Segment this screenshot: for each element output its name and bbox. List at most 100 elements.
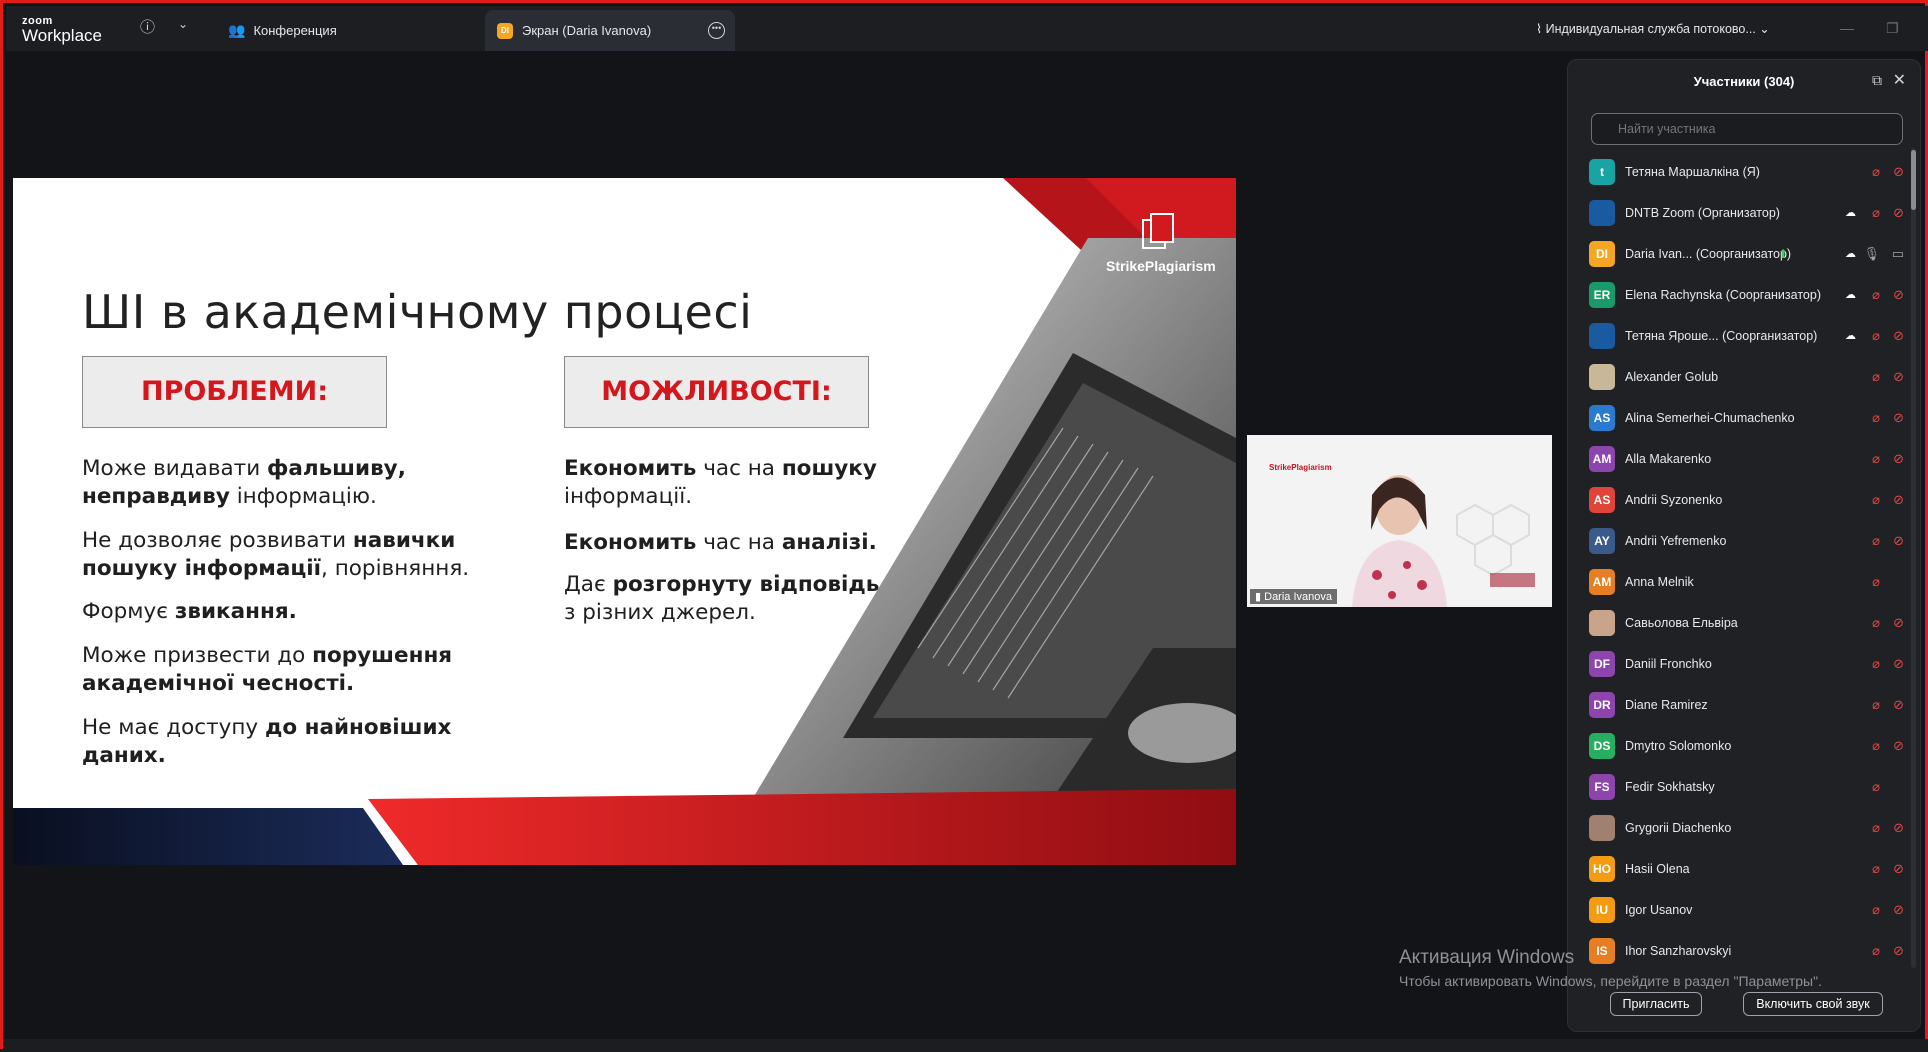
avatar: AM bbox=[1589, 568, 1615, 595]
scrollbar-track[interactable] bbox=[1911, 148, 1916, 968]
cloud-record-icon: ☁ bbox=[1845, 248, 1856, 260]
microphone-muted-icon[interactable]: ⌀ bbox=[1872, 369, 1880, 385]
camera-off-icon[interactable]: ⊘ bbox=[1893, 861, 1904, 877]
camera-off-icon[interactable]: ⊘ bbox=[1893, 820, 1904, 836]
problem-5: Не має доступу до найновіших даних. bbox=[82, 715, 452, 768]
microphone-muted-icon[interactable]: ⌀ bbox=[1872, 820, 1880, 836]
participant-row[interactable]: Тетяна Яроше... (Соорганизатор) ☁ ⌀ ⊘ bbox=[1568, 315, 1908, 356]
participant-row[interactable]: ER Elena Rachynska (Соорганизатор) ☁ ⌀ ⊘ bbox=[1568, 274, 1908, 315]
microphone-muted-icon[interactable]: ⌀ bbox=[1872, 287, 1880, 303]
participant-row[interactable]: AS Andrii Syzonenko ⌀ ⊘ bbox=[1568, 479, 1908, 520]
microphone-muted-icon[interactable]: ⌀ bbox=[1872, 779, 1880, 795]
camera-off-icon[interactable]: ⊘ bbox=[1893, 492, 1904, 508]
participant-row[interactable]: DF Daniil Fronchko ⌀ ⊘ bbox=[1568, 643, 1908, 684]
minimize-icon[interactable]: — bbox=[1840, 20, 1854, 36]
microphone-muted-icon[interactable]: ⌀ bbox=[1872, 861, 1880, 877]
camera-off-icon[interactable]: ⊘ bbox=[1893, 902, 1904, 918]
microphone-muted-icon[interactable]: ⌀ bbox=[1872, 574, 1880, 590]
avatar: DF bbox=[1589, 650, 1615, 677]
info-icon[interactable]: ⓘ bbox=[140, 16, 155, 37]
speaker-name: Daria Ivanova bbox=[1264, 591, 1332, 603]
participant-row[interactable]: DR Diane Ramirez ⌀ ⊘ bbox=[1568, 684, 1908, 725]
participant-name: Daniil Fronchko bbox=[1625, 656, 1712, 671]
camera-off-icon[interactable]: ⊘ bbox=[1893, 943, 1904, 959]
participant-row[interactable]: FS Fedir Sokhatsky ⌀ bbox=[1568, 766, 1908, 807]
avatar bbox=[1589, 814, 1615, 841]
camera-off-icon[interactable]: ⊘ bbox=[1893, 205, 1904, 221]
slide-title: ШІ в академічному процесі bbox=[82, 285, 753, 339]
participant-row[interactable]: DI Daria Ivan... (Соорганизатор) ⬆ ☁ 🎙 ▭ bbox=[1568, 233, 1908, 274]
microphone-muted-icon[interactable]: ⌀ bbox=[1872, 943, 1880, 959]
participant-row[interactable]: AS Alina Semerhei-Chumachenko ⌀ ⊘ bbox=[1568, 397, 1908, 438]
participant-search-input[interactable] bbox=[1591, 113, 1903, 145]
microphone-muted-icon[interactable]: ⌀ bbox=[1872, 615, 1880, 631]
participant-row[interactable]: HO Hasii Olena ⌀ ⊘ bbox=[1568, 848, 1908, 889]
microphone-muted-icon[interactable]: ⌀ bbox=[1872, 902, 1880, 918]
participant-name: Daria Ivan... (Соорганизатор) bbox=[1625, 246, 1792, 261]
microphone-muted-icon[interactable]: ⌀ bbox=[1872, 410, 1880, 426]
problem-2: Не дозволяє розвивати навички пошуку інф… bbox=[82, 528, 470, 581]
invite-button[interactable]: Пригласить bbox=[1610, 992, 1702, 1016]
navy-band bbox=[13, 808, 403, 865]
chevron-down-icon: ⌄ bbox=[1759, 22, 1770, 36]
camera-off-icon[interactable]: ⊘ bbox=[1893, 164, 1904, 180]
camera-off-icon[interactable]: ⊘ bbox=[1893, 533, 1904, 549]
microphone-muted-icon[interactable]: ⌀ bbox=[1872, 656, 1880, 672]
participant-row[interactable]: IU Igor Usanov ⌀ ⊘ bbox=[1568, 889, 1908, 930]
participant-row[interactable]: AM Anna Melnik ⌀ bbox=[1568, 561, 1908, 602]
participant-name: Andrii Yefremenko bbox=[1625, 533, 1727, 548]
avatar: t bbox=[1589, 158, 1615, 185]
screen-share-icon: ⬆ bbox=[1778, 246, 1789, 261]
avatar: DI bbox=[1589, 240, 1615, 267]
opportunity-3: Дає розгорнуту відповідь з різних джерел… bbox=[564, 572, 880, 625]
participant-row[interactable]: Савьолова Ельвіра ⌀ ⊘ bbox=[1568, 602, 1908, 643]
microphone-muted-icon[interactable]: ⌀ bbox=[1872, 328, 1880, 344]
avatar: ER bbox=[1589, 281, 1615, 308]
streaming-service[interactable]: ⌇ Индивидуальная служба потоково... ⌄ bbox=[1536, 21, 1770, 36]
problem-3: Формує звикання. bbox=[82, 599, 297, 624]
participant-row[interactable]: t Тетяна Маршалкіна (Я) ⌀ ⊘ bbox=[1568, 151, 1908, 192]
tab-conference[interactable]: 👥 Конференция bbox=[228, 10, 337, 51]
camera-off-icon[interactable]: ⊘ bbox=[1893, 328, 1904, 344]
microphone-muted-icon[interactable]: ⌀ bbox=[1872, 451, 1880, 467]
participant-row[interactable]: AY Andrii Yefremenko ⌀ ⊘ bbox=[1568, 520, 1908, 561]
speaker-video-tile[interactable]: StrikePlagiarism ▮ Daria Ivanova bbox=[1247, 435, 1552, 607]
microphone-icon[interactable]: 🎙 bbox=[1863, 246, 1880, 262]
participant-row[interactable]: DS Dmytro Solomonko ⌀ ⊘ bbox=[1568, 725, 1908, 766]
participant-row[interactable]: DNTB Zoom (Организатор) ☁ ⌀ ⊘ bbox=[1568, 192, 1908, 233]
camera-off-icon[interactable]: ⊘ bbox=[1893, 287, 1904, 303]
microphone-muted-icon[interactable]: ⌀ bbox=[1872, 492, 1880, 508]
camera-off-icon[interactable]: ⊘ bbox=[1893, 451, 1904, 467]
camera-off-icon[interactable]: ⊘ bbox=[1893, 656, 1904, 672]
camera-icon[interactable]: ▭ bbox=[1892, 246, 1904, 262]
avatar bbox=[1589, 322, 1615, 349]
camera-off-icon[interactable]: ⊘ bbox=[1893, 615, 1904, 631]
pop-out-icon[interactable]: ⧉ bbox=[1872, 72, 1882, 89]
participant-name: Grygorii Diachenko bbox=[1625, 820, 1732, 835]
microphone-muted-icon[interactable]: ⌀ bbox=[1872, 697, 1880, 713]
microphone-muted-icon[interactable]: ⌀ bbox=[1872, 533, 1880, 549]
chevron-down-icon[interactable]: ⌄ bbox=[178, 17, 188, 31]
problem-4: Може призвести до порушення академічної … bbox=[82, 643, 453, 696]
unmute-self-button[interactable]: Включить свой звук bbox=[1743, 992, 1883, 1016]
participant-name: Alina Semerhei-Chumachenko bbox=[1625, 410, 1795, 425]
camera-off-icon[interactable]: ⊘ bbox=[1893, 410, 1904, 426]
more-options-icon[interactable]: ••• bbox=[708, 22, 725, 39]
participant-row[interactable]: Alexander Golub ⌀ ⊘ bbox=[1568, 356, 1908, 397]
microphone-muted-icon[interactable]: ⌀ bbox=[1872, 205, 1880, 221]
avatar: AS bbox=[1589, 404, 1615, 431]
camera-off-icon[interactable]: ⊘ bbox=[1893, 697, 1904, 713]
red-band bbox=[368, 789, 1236, 865]
microphone-muted-icon[interactable]: ⌀ bbox=[1872, 164, 1880, 180]
avatar: IU bbox=[1589, 896, 1615, 923]
participant-row[interactable]: AM Alla Makarenko ⌀ ⊘ bbox=[1568, 438, 1908, 479]
scrollbar-thumb[interactable] bbox=[1911, 150, 1916, 210]
maximize-icon[interactable]: ❐ bbox=[1886, 20, 1899, 37]
avatar: FS bbox=[1589, 773, 1615, 800]
tab-screen-share[interactable]: DI Экран (Daria Ivanova) ••• bbox=[485, 10, 735, 51]
microphone-muted-icon[interactable]: ⌀ bbox=[1872, 738, 1880, 754]
camera-off-icon[interactable]: ⊘ bbox=[1893, 738, 1904, 754]
close-panel-icon[interactable]: ✕ bbox=[1893, 70, 1906, 90]
camera-off-icon[interactable]: ⊘ bbox=[1893, 369, 1904, 385]
participant-row[interactable]: Grygorii Diachenko ⌀ ⊘ bbox=[1568, 807, 1908, 848]
